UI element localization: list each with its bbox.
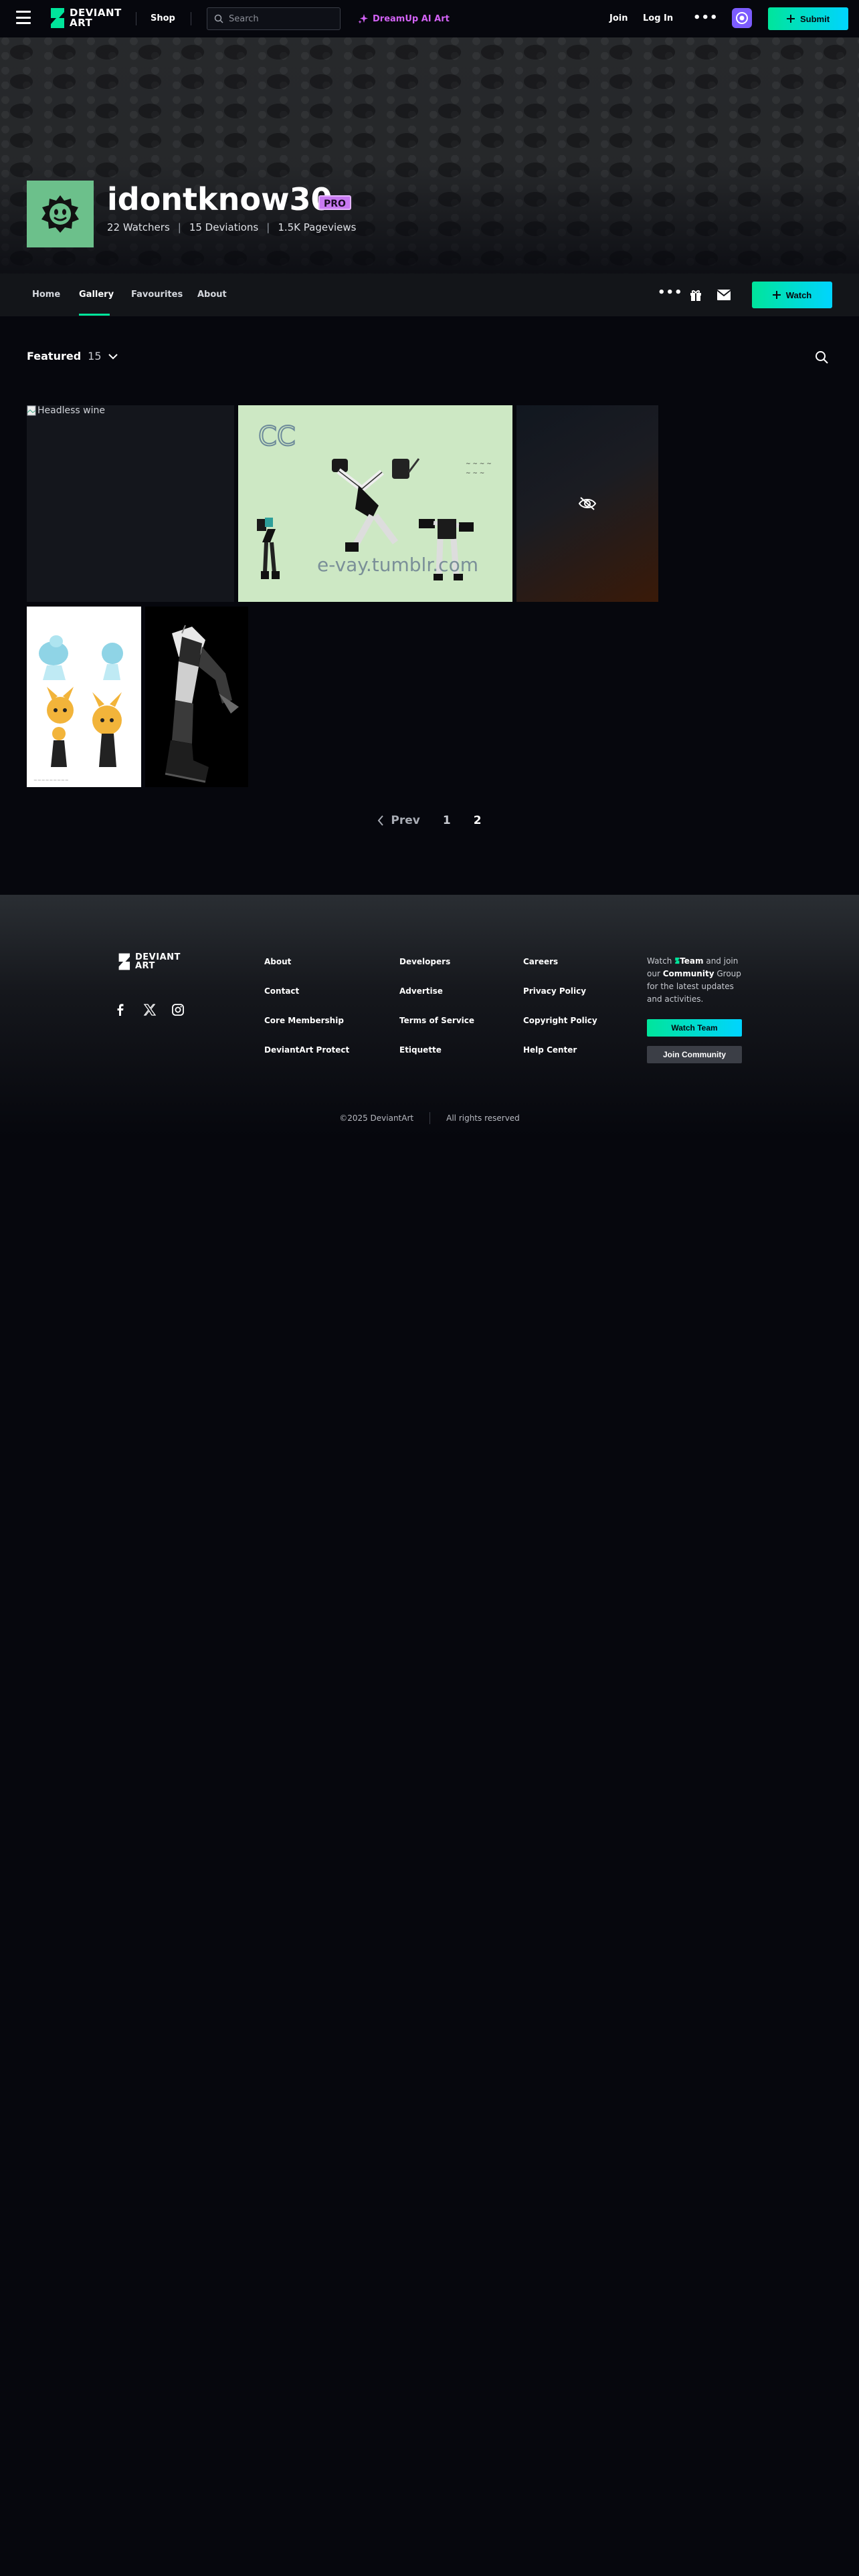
gallery-thumb-headless-wine[interactable]: Headless wine — [27, 405, 234, 602]
profile-stats: 22 Watchers | 15 Deviations | 1.5K Pagev… — [107, 221, 356, 233]
footer-link-careers[interactable]: Careers — [523, 957, 558, 966]
footer-link-deviantart-protect[interactable]: DeviantArt Protect — [264, 1045, 349, 1055]
watch-label: Watch — [785, 290, 812, 300]
banner-overlay — [0, 37, 859, 274]
page-1-link[interactable]: 1 — [443, 814, 451, 827]
footer-link-etiquette[interactable]: Etiquette — [399, 1045, 442, 1055]
page-2-link[interactable]: 2 — [474, 814, 482, 827]
svg-text:~ ~ ~: ~ ~ ~ — [466, 470, 484, 477]
tab-gallery[interactable]: Gallery — [79, 290, 114, 300]
profile-more-button[interactable]: ••• — [658, 286, 683, 300]
profile-username[interactable]: idontknow30 — [107, 181, 332, 218]
instagram-icon[interactable] — [171, 1003, 185, 1016]
join-link[interactable]: Join — [609, 13, 628, 23]
search-icon[interactable] — [815, 350, 828, 364]
footer-link-privacy[interactable]: Privacy Policy — [523, 986, 586, 996]
footer-link-about[interactable]: About — [264, 957, 291, 966]
footer-link-developers[interactable]: Developers — [399, 957, 450, 966]
chevron-left-icon — [378, 815, 384, 826]
mail-icon[interactable] — [717, 290, 731, 300]
copyright-bar: ©2025 DeviantArt All rights reserved — [0, 1112, 859, 1124]
logo-text: DEVIANT ART — [70, 7, 122, 29]
tails-sketch-art: ~~~~~~~~~ — [33, 635, 123, 783]
chevron-down-icon — [108, 353, 118, 359]
prev-label: Prev — [391, 814, 420, 827]
footer-link-core-membership[interactable]: Core Membership — [264, 1016, 344, 1025]
thumb-alt-text: Headless wine — [37, 405, 105, 416]
plus-icon — [786, 15, 795, 23]
avatar-face-icon — [41, 195, 79, 233]
footer-logo[interactable]: DEVIANT ART — [116, 952, 181, 971]
gallery-thumb-sketch[interactable]: CC ~ ~ ~ ~ ~ ~ ~ e-vay.tumblr.com — [238, 405, 512, 602]
tab-home[interactable]: Home — [32, 290, 60, 300]
sparkle-icon — [358, 14, 368, 24]
x-twitter-icon[interactable] — [143, 1003, 157, 1016]
profile-nav: Home Gallery Favourites About ••• Watch — [0, 274, 859, 316]
facebook-icon[interactable] — [114, 1003, 127, 1016]
join-community-button[interactable]: Join Community — [647, 1046, 742, 1063]
tab-favourites[interactable]: Favourites — [131, 290, 183, 300]
sketch-art: CC ~ ~ ~ ~ ~ ~ ~ e-vay.tumblr.com — [257, 421, 492, 580]
shop-link[interactable]: Shop — [151, 13, 175, 23]
dreamup-label: DreamUp AI Art — [373, 13, 450, 24]
sketch-cc-text: CC — [258, 421, 296, 452]
svg-text:~ ~ ~ ~: ~ ~ ~ ~ — [466, 461, 492, 467]
broken-image-icon — [27, 405, 36, 416]
top-bar: DEVIANT ART Shop DreamUp AI Art Join Log… — [0, 0, 859, 37]
plus-icon — [772, 291, 781, 299]
deviantart-logo[interactable]: DEVIANT ART — [48, 7, 122, 29]
submit-label: Submit — [799, 13, 830, 24]
deviations-count[interactable]: 15 Deviations — [189, 221, 258, 233]
gift-icon[interactable] — [689, 288, 702, 302]
thumb-alt: Headless wine — [27, 405, 105, 416]
more-menu-button[interactable]: ••• — [693, 11, 719, 25]
eye-slash-icon — [578, 497, 597, 510]
core-membership-icon[interactable] — [732, 8, 752, 28]
footer-link-terms[interactable]: Terms of Service — [399, 1016, 474, 1025]
active-tab-indicator — [79, 314, 110, 316]
copyright-text: ©2025 DeviantArt — [339, 1113, 414, 1123]
menu-icon[interactable] — [16, 11, 31, 24]
footer-link-help-center[interactable]: Help Center — [523, 1045, 577, 1055]
pro-badge[interactable]: PRO — [318, 195, 351, 210]
avatar[interactable] — [27, 181, 94, 247]
search-icon — [214, 14, 223, 23]
dark-figure-art — [165, 625, 239, 783]
sketch-url-text: e-vay.tumblr.com — [317, 554, 478, 576]
gallery-thumb-dark-figure[interactable] — [145, 607, 248, 787]
tab-about[interactable]: About — [197, 290, 227, 300]
folder-name: Featured — [27, 350, 82, 362]
watch-team-button[interactable]: Watch Team — [647, 1019, 742, 1037]
watchers-count[interactable]: 22 Watchers — [107, 221, 170, 233]
folder-count: 15 — [88, 350, 102, 362]
footer-link-copyright[interactable]: Copyright Policy — [523, 1016, 597, 1025]
search-box[interactable] — [207, 7, 341, 30]
rights-text: All rights reserved — [446, 1113, 520, 1123]
footer-link-contact[interactable]: Contact — [264, 986, 299, 996]
gallery-thumb-tails-sketches[interactable]: ~~~~~~~~~ — [27, 607, 141, 787]
stats-separator: | — [266, 221, 270, 233]
watch-button[interactable]: Watch — [752, 282, 832, 308]
login-link[interactable]: Log In — [643, 13, 673, 23]
dreamup-link[interactable]: DreamUp AI Art — [358, 13, 450, 24]
footer-link-advertise[interactable]: Advertise — [399, 986, 443, 996]
gallery-thumb-hidden[interactable] — [516, 405, 658, 602]
search-input[interactable] — [229, 13, 336, 24]
watch-team-text: Watch Team and join our Community Group … — [647, 956, 741, 1004]
pageviews-count: 1.5K Pageviews — [278, 221, 357, 233]
deviantart-logo-icon — [51, 8, 64, 28]
core-logo-icon — [736, 12, 748, 24]
team-logo-icon — [675, 957, 680, 964]
prev-page-button[interactable]: Prev — [377, 814, 420, 827]
deviantart-logo-icon — [118, 953, 130, 970]
pagination: Prev 1 2 — [0, 814, 859, 827]
stats-separator: | — [177, 221, 181, 233]
footer-logo-text: DEVIANT ART — [135, 952, 181, 971]
gallery-folder-selector[interactable]: Featured 15 — [27, 350, 118, 362]
svg-text:~~~~~~~~~: ~~~~~~~~~ — [33, 778, 69, 783]
submit-button[interactable]: Submit — [768, 7, 848, 30]
